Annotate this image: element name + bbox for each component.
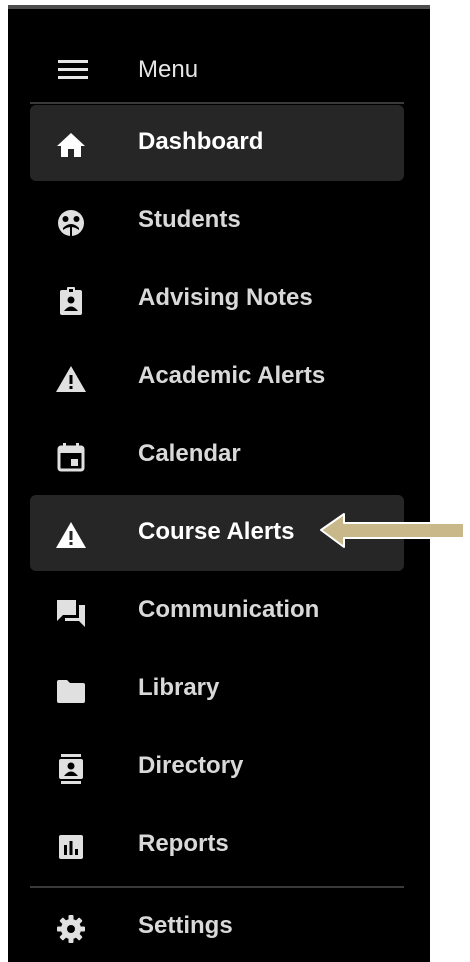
page: Menu Dashboard Students Advising Notes A… [0, 0, 470, 962]
menu-toggle[interactable]: Menu [8, 45, 430, 95]
nav-item-label: Calendar [138, 440, 241, 467]
chat-icon [54, 596, 88, 630]
nav-item-label: Settings [138, 912, 233, 939]
students-icon [54, 206, 88, 240]
nav-item-students[interactable]: Students [30, 183, 404, 259]
contact-card-icon [54, 752, 88, 786]
advising-notes-icon [54, 284, 88, 318]
nav-item-academic-alerts[interactable]: Academic Alerts [30, 339, 404, 415]
nav-item-label: Library [138, 674, 220, 701]
nav-item-communication[interactable]: Communication [30, 573, 404, 649]
bar-chart-icon [54, 830, 88, 864]
sidebar-menu: Menu Dashboard Students Advising Notes A… [8, 5, 430, 962]
nav-item-label: Dashboard [138, 128, 264, 155]
nav-item-dashboard[interactable]: Dashboard [30, 105, 404, 181]
nav-item-calendar[interactable]: Calendar [30, 417, 404, 493]
nav-item-label: Communication [138, 596, 320, 623]
nav-item-label: Directory [138, 752, 244, 779]
nav-item-library[interactable]: Library [30, 651, 404, 727]
warning-icon [54, 518, 88, 552]
nav-item-advising-notes[interactable]: Advising Notes [30, 261, 404, 337]
nav-item-settings[interactable]: Settings [30, 889, 404, 962]
nav-item-label: Students [138, 206, 241, 233]
menu-label: Menu [138, 56, 199, 83]
nav-item-reports[interactable]: Reports [30, 807, 404, 883]
calendar-icon [54, 440, 88, 474]
pointer-arrow-icon [320, 513, 465, 548]
nav-item-label: Course Alerts [138, 518, 295, 545]
nav-item-directory[interactable]: Directory [30, 729, 404, 805]
nav-item-label: Academic Alerts [138, 362, 326, 389]
gear-icon [54, 912, 88, 946]
menu-divider [30, 102, 404, 104]
nav-item-label: Advising Notes [138, 284, 313, 311]
settings-divider [30, 886, 404, 888]
home-icon [54, 128, 88, 162]
nav-item-label: Reports [138, 830, 229, 857]
warning-icon [54, 362, 88, 396]
hamburger-icon[interactable] [58, 55, 88, 85]
folder-icon [54, 674, 88, 708]
